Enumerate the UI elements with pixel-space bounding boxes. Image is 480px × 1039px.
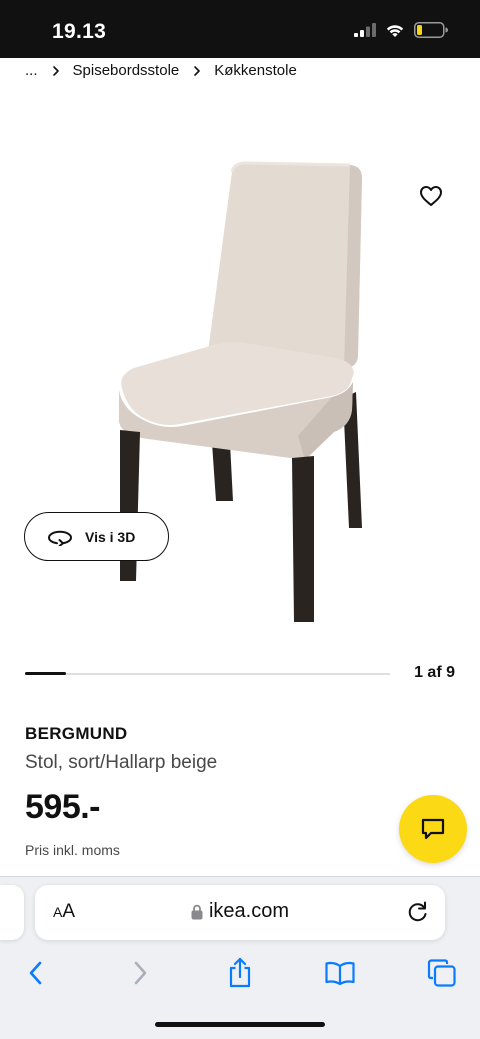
view-3d-button[interactable]: Vis i 3D [24, 512, 169, 561]
price-note: Pris inkl. moms [25, 842, 120, 858]
status-icons [354, 22, 448, 38]
lock-icon [191, 904, 203, 919]
rotate-3d-icon [47, 530, 73, 546]
home-indicator [155, 1022, 325, 1027]
chevron-left-icon [29, 961, 42, 985]
chevron-right-icon [134, 961, 147, 985]
view-3d-label: Vis i 3D [85, 528, 136, 545]
tabs-button[interactable] [424, 955, 460, 991]
breadcrumb-item-kokkenstole[interactable]: Køkkenstole [214, 62, 297, 79]
forward-button[interactable] [122, 955, 158, 991]
url-text: ikea.com [208, 900, 290, 922]
tabs-icon [427, 959, 456, 987]
previous-tab-preview[interactable] [0, 885, 24, 940]
chevron-right-icon [52, 65, 59, 76]
address-bar[interactable]: AA ikea.com [35, 885, 445, 940]
product-price: 595.- [25, 788, 101, 826]
favorite-button[interactable] [414, 179, 448, 213]
gallery-progress-track [25, 673, 390, 675]
chevron-right-icon [194, 65, 201, 76]
bookmarks-button[interactable] [322, 955, 358, 991]
browser-nav-row [0, 955, 480, 995]
share-button[interactable] [222, 955, 258, 991]
wifi-icon [386, 24, 404, 37]
reload-icon[interactable] [405, 899, 431, 925]
back-button[interactable] [18, 955, 54, 991]
chat-button[interactable] [399, 795, 467, 863]
share-icon [229, 957, 251, 988]
product-name: BERGMUND [25, 724, 128, 743]
url-display[interactable]: ikea.com [35, 900, 445, 923]
chat-bubble-icon [421, 818, 445, 840]
browser-toolbar: AA ikea.com [0, 876, 480, 1039]
gallery-pager: 1 af 9 [414, 664, 455, 681]
gallery-progress-indicator [25, 672, 66, 675]
heart-icon [420, 186, 442, 206]
breadcrumb-ellipsis[interactable]: ... [25, 62, 38, 79]
status-time: 19.13 [52, 20, 107, 43]
breadcrumb-item-spisebordsstole[interactable]: Spisebordsstole [73, 62, 180, 79]
book-icon [325, 961, 355, 986]
cellular-signal-icon [354, 23, 376, 37]
breadcrumb: ... Spisebordsstole Køkkenstole [25, 62, 297, 79]
product-description: Stol, sort/Hallarp beige [25, 752, 218, 773]
status-bar: 19.13 [0, 0, 480, 58]
battery-low-icon [414, 22, 448, 38]
